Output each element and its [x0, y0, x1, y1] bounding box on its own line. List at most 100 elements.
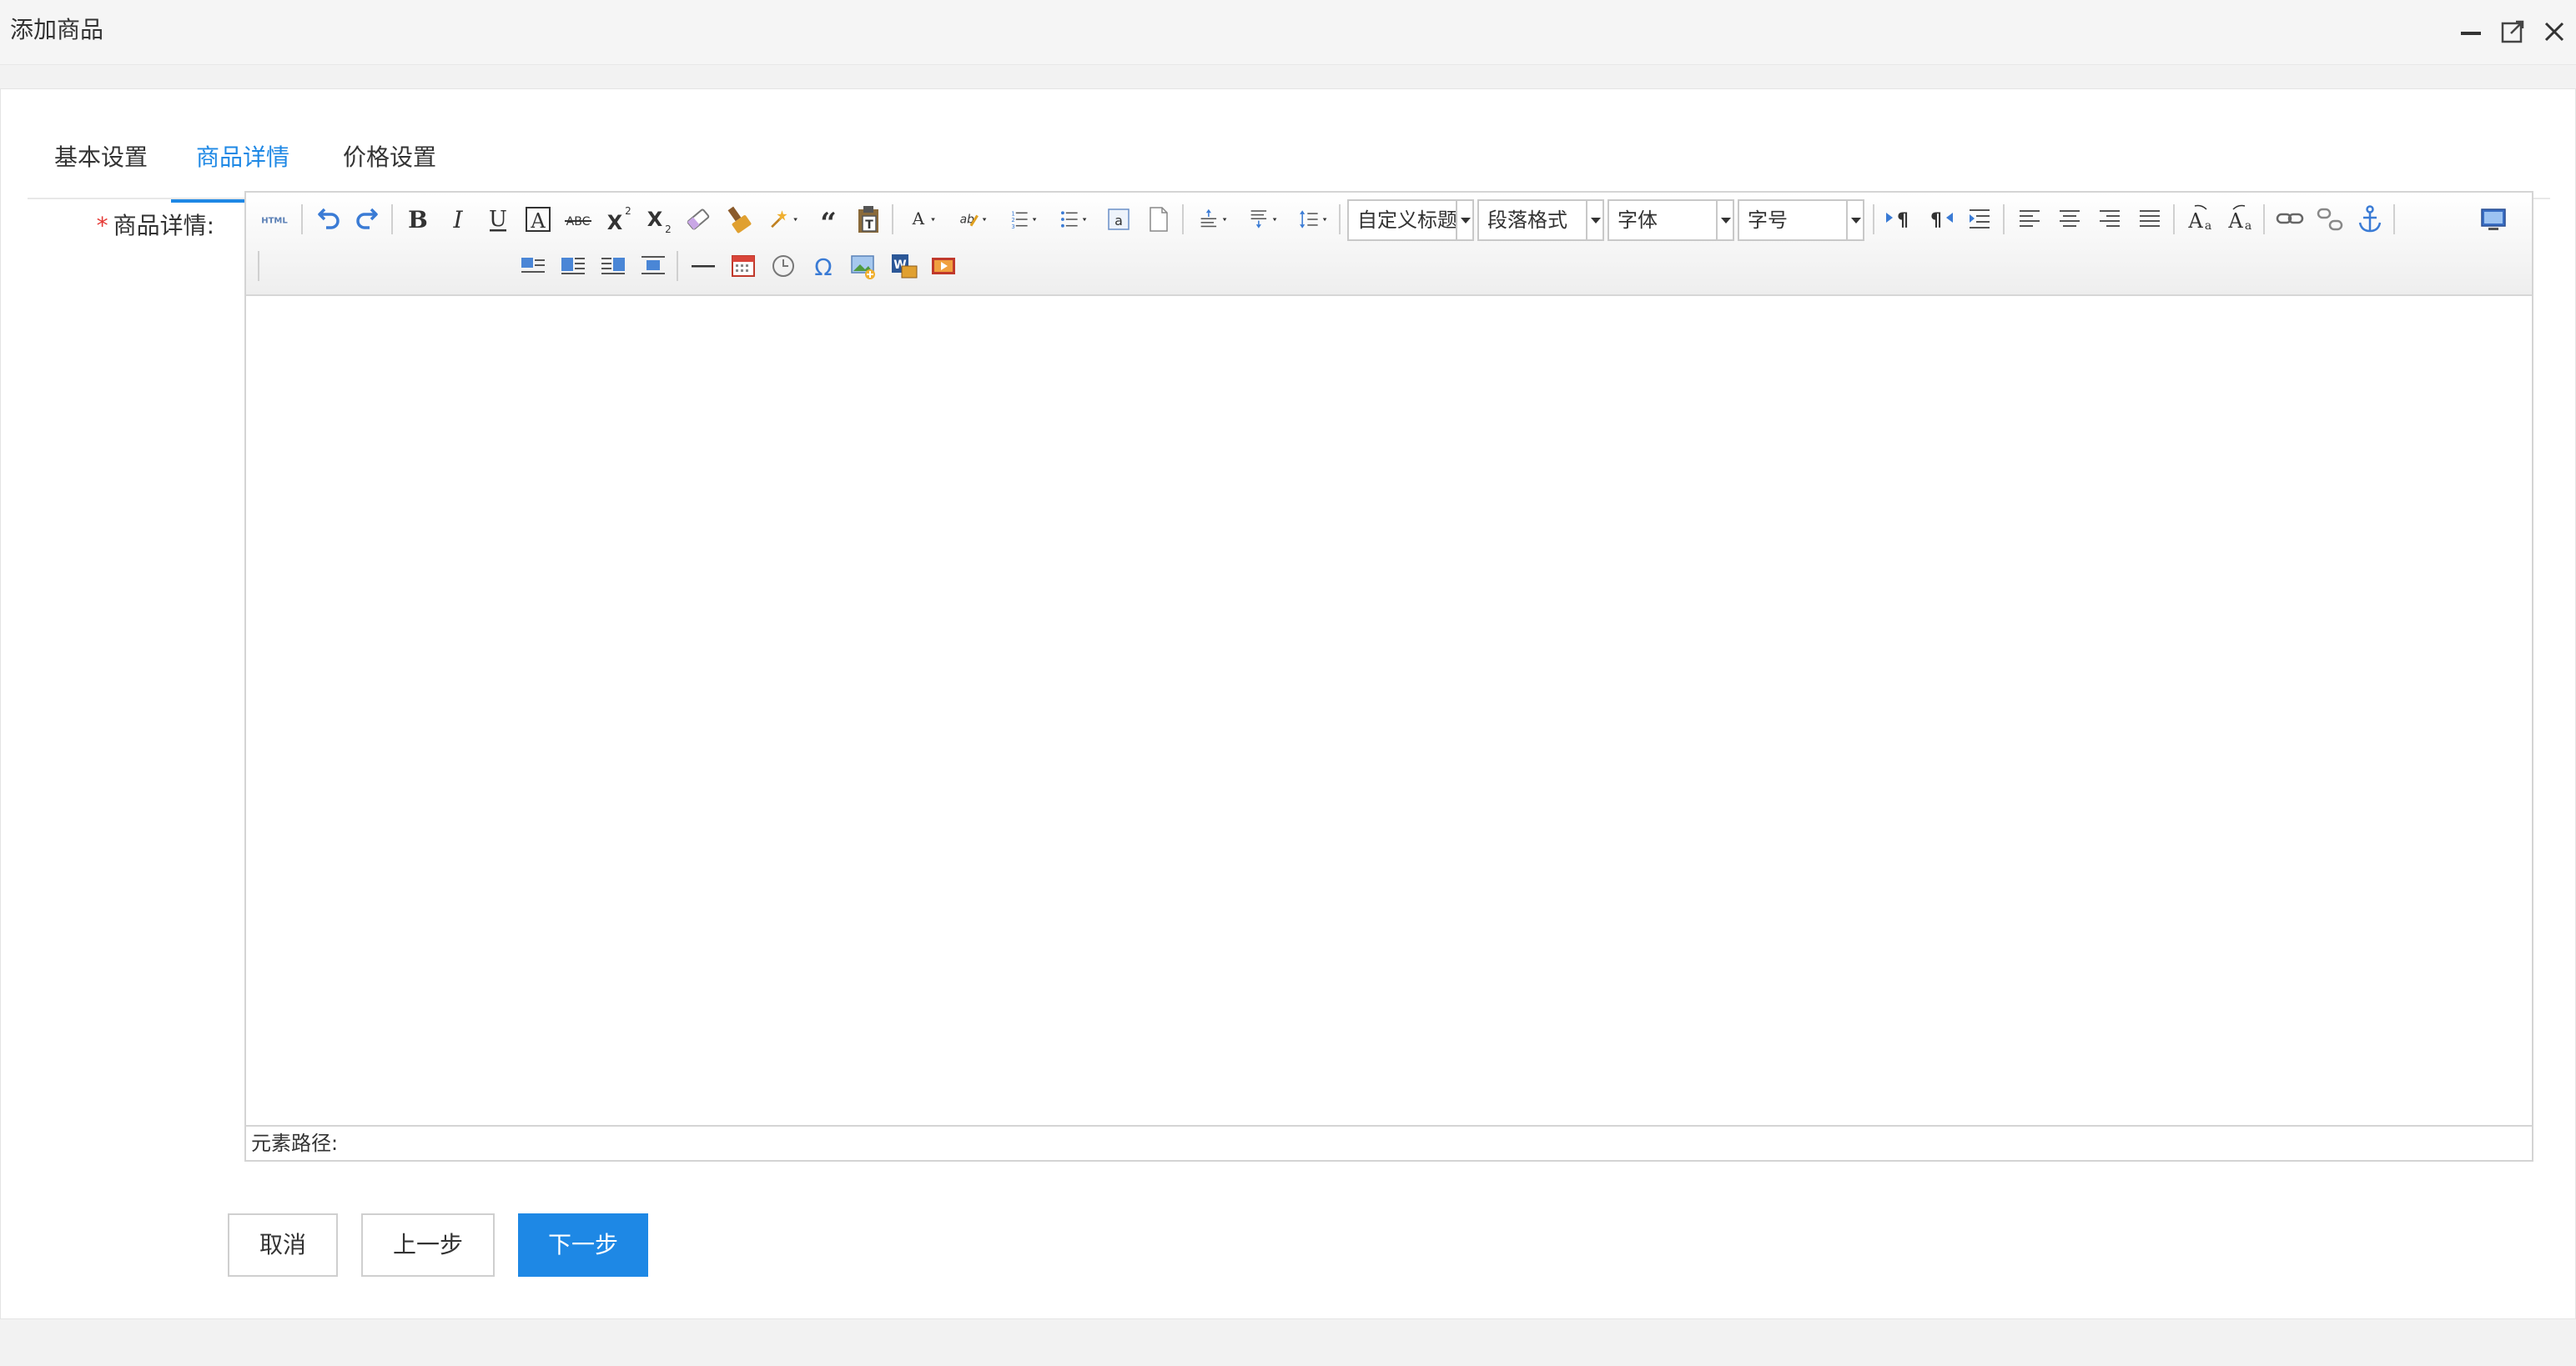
auto-typeset-icon[interactable]: [760, 201, 807, 238]
svg-text:B: B: [408, 206, 428, 234]
cancel-button[interactable]: 取消: [228, 1213, 338, 1277]
product-details-label: * 商品详情:: [81, 206, 214, 246]
superscript-icon[interactable]: X2: [600, 201, 636, 238]
custom-heading-select-value: 自定义标题: [1357, 208, 1456, 232]
svg-text:T: T: [865, 218, 873, 232]
svg-text:A: A: [530, 209, 546, 233]
align-center-icon[interactable]: [2051, 201, 2088, 238]
eraser-icon[interactable]: [680, 201, 717, 238]
rich-text-editor: HTML B I U A X 2 X 2 “ T A ab 1 2 3 a 自定…: [244, 191, 2533, 1162]
paste-plain-icon[interactable]: T: [850, 201, 887, 238]
svg-text:A: A: [2227, 209, 2243, 233]
preview-icon[interactable]: [2475, 201, 2512, 238]
maximize-icon[interactable]: [2498, 17, 2528, 47]
align-right-icon[interactable]: [2091, 201, 2128, 238]
ltr-icon[interactable]: ¶: [1881, 201, 1918, 238]
tab-product-details[interactable]: 商品详情: [171, 116, 314, 203]
minimize-icon[interactable]: [2456, 17, 2486, 47]
svg-text:a: a: [1114, 213, 1123, 229]
date-icon[interactable]: [725, 248, 762, 284]
chevron-down-icon: [1846, 201, 1863, 239]
svg-text:a: a: [2245, 219, 2251, 233]
paragraph-format-select[interactable]: 段落格式: [1477, 199, 1604, 241]
html-source-icon-text: HTML: [261, 217, 288, 226]
insert-image-icon[interactable]: [845, 248, 882, 284]
image-left-icon[interactable]: [555, 248, 591, 284]
link-icon[interactable]: [2272, 201, 2308, 238]
image-center-icon[interactable]: [635, 248, 672, 284]
subscript-icon[interactable]: X2: [640, 201, 677, 238]
tab-bar: 基本设置 商品详情 价格设置: [28, 116, 2550, 203]
bold-icon[interactable]: B: [400, 201, 436, 238]
window-titlebar: 添加商品: [0, 0, 2576, 65]
font-family-select-value: 字体: [1618, 208, 1658, 232]
svg-text:a: a: [2205, 219, 2211, 233]
font-family-select[interactable]: 字体: [1607, 199, 1734, 241]
tab-basic-settings[interactable]: 基本设置: [28, 116, 174, 199]
font-size-select[interactable]: 字号: [1738, 199, 1864, 241]
svg-text:2: 2: [625, 205, 631, 217]
custom-heading-select[interactable]: 自定义标题: [1347, 199, 1474, 241]
next-step-button[interactable]: 下一步: [518, 1213, 648, 1277]
svg-text:X: X: [647, 208, 663, 231]
tab-price-settings[interactable]: 价格设置: [316, 116, 463, 199]
svg-text:X: X: [607, 211, 623, 234]
chevron-down-icon: [1586, 201, 1602, 239]
font-size-select-value: 字号: [1748, 208, 1788, 232]
anchor-icon[interactable]: [2352, 201, 2388, 238]
chevron-down-icon: [1456, 201, 1472, 239]
unordered-list-icon[interactable]: [1050, 201, 1097, 238]
highlight-color-icon[interactable]: ab: [950, 201, 997, 238]
clear-doc-icon[interactable]: [1140, 201, 1177, 238]
strikethrough-icon[interactable]: ABC: [560, 201, 596, 238]
undo-icon[interactable]: [309, 201, 346, 238]
svg-text:“: “: [820, 207, 837, 236]
underline-icon[interactable]: U: [480, 201, 516, 238]
redo-icon[interactable]: [350, 201, 386, 238]
ordered-list-icon[interactable]: 123: [1000, 201, 1047, 238]
paragraph-format-select-value: 段落格式: [1487, 208, 1567, 232]
editor-content-area[interactable]: [246, 296, 2532, 1125]
close-icon[interactable]: [2539, 17, 2569, 47]
format-painter-icon[interactable]: [720, 201, 757, 238]
image-none-icon[interactable]: [515, 248, 551, 284]
svg-text:A: A: [912, 208, 925, 229]
insert-video-icon[interactable]: [925, 248, 962, 284]
dialog-panel: 基本设置 商品详情 价格设置 * 商品详情: HTML B I U A X 2 …: [0, 88, 2576, 1319]
row-spacing-top-icon[interactable]: [1190, 201, 1237, 238]
svg-text:¶: ¶: [1930, 210, 1942, 231]
row-spacing-bottom-icon[interactable]: [1240, 201, 1287, 238]
svg-text:3: 3: [1011, 223, 1014, 230]
uppercase-icon[interactable]: Aa: [2181, 201, 2218, 238]
word-image-icon[interactable]: W: [885, 248, 922, 284]
required-mark: *: [96, 212, 108, 239]
chevron-down-icon: [1716, 201, 1733, 239]
rtl-icon[interactable]: ¶: [1921, 201, 1958, 238]
lowercase-icon[interactable]: Aa: [2221, 201, 2258, 238]
blockquote-icon[interactable]: “: [810, 201, 847, 238]
line-height-icon[interactable]: [1291, 201, 1337, 238]
time-icon[interactable]: [765, 248, 802, 284]
svg-text:A: A: [2187, 209, 2203, 233]
previous-step-button[interactable]: 上一步: [361, 1213, 495, 1277]
svg-text:Ω: Ω: [814, 254, 832, 281]
indent-icon[interactable]: [1961, 201, 1998, 238]
horizontal-rule-icon[interactable]: [685, 248, 722, 284]
html-source-icon[interactable]: HTML: [253, 201, 296, 238]
toolbar-row-1: HTML B I U A X 2 X 2 “ T A ab 1 2 3 a 自定…: [246, 196, 2532, 243]
image-right-icon[interactable]: [595, 248, 631, 284]
unlink-icon[interactable]: [2312, 201, 2348, 238]
product-details-label-text: 商品详情:: [113, 212, 214, 239]
select-all-icon[interactable]: a: [1100, 201, 1137, 238]
italic-icon[interactable]: I: [440, 201, 476, 238]
svg-text:U: U: [489, 207, 507, 232]
align-justify-icon[interactable]: [2131, 201, 2168, 238]
align-left-icon[interactable]: [2011, 201, 2048, 238]
element-path-bar: 元素路径:: [246, 1125, 2532, 1160]
font-color-icon[interactable]: A: [900, 201, 947, 238]
svg-text:¶: ¶: [1897, 210, 1909, 231]
font-border-icon[interactable]: A: [520, 201, 556, 238]
toolbar-row-2: Ω W: [246, 243, 2532, 289]
svg-text:2: 2: [665, 223, 672, 235]
special-char-icon[interactable]: Ω: [805, 248, 842, 284]
